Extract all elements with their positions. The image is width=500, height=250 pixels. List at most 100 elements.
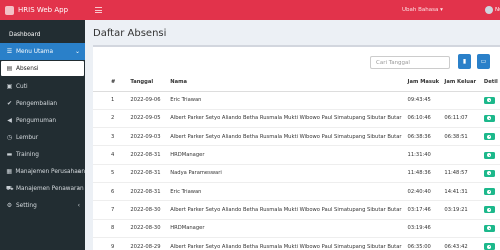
cell-no: 3	[93, 127, 116, 147]
cell-tanggal: 2022-08-31	[115, 182, 163, 202]
sidebar-item-lembur[interactable]: ◷ Lembur	[0, 129, 85, 146]
cell-nama: Nadya Parameswari	[162, 164, 402, 183]
table-row: 4 2022-08-31 HRDManager 11:31:40	[93, 145, 500, 165]
user-name[interactable]: Nu	[495, 7, 500, 13]
view-detail-button[interactable]	[483, 188, 495, 196]
chevron-left-icon: ‹	[77, 185, 80, 192]
sidebar-item-label: Manajemen Penawaran	[16, 185, 84, 192]
view-detail-button[interactable]	[483, 243, 495, 250]
view-detail-button[interactable]	[483, 133, 495, 141]
chevron-left-icon: ‹	[77, 202, 80, 209]
cell-jam-keluar	[441, 91, 478, 110]
cell-detil	[477, 164, 500, 183]
cell-no: 6	[93, 182, 116, 202]
cell-jam-masuk: 06:10:46	[401, 109, 442, 129]
view-detail-button[interactable]	[483, 114, 495, 122]
sidebar-item-setting[interactable]: ⚙ Setting ‹	[0, 197, 85, 214]
save-icon: ▭	[480, 58, 487, 65]
sidebar-item-label: Pengumuman	[16, 117, 57, 124]
brand[interactable]: HRIS Web App	[0, 0, 85, 20]
cell-jam-keluar	[441, 145, 478, 165]
sidebar-item-label: Cuti	[16, 83, 28, 90]
avatar[interactable]	[485, 6, 493, 14]
table-row: 2 2022-09-05 Albert Parker Setyo Aliando B…	[93, 109, 500, 129]
topbar: Ubah Bahasa ▾ Nu	[85, 0, 500, 20]
sidebar-item-label: Pengembalian	[16, 100, 58, 107]
sidebar-item-label: Dashboard	[9, 31, 41, 38]
cell-jam-keluar: 06:11:07	[441, 109, 478, 129]
cell-tanggal: 2022-08-30	[115, 219, 163, 238]
page-title: Daftar Absensi	[93, 28, 167, 39]
cell-jam-masuk: 09:43:45	[401, 91, 442, 110]
attendance-card: Cari Tanggal ▮ ▭ # Tanggal Nama Jam Masu…	[93, 45, 500, 250]
check-icon: ✔	[6, 100, 13, 107]
sidebar-item-menu-utama[interactable]: ☰ Menu Utama ⌄	[0, 43, 85, 60]
sidebar-item-label: Absensi	[16, 65, 39, 72]
cell-detil	[477, 127, 500, 147]
cell-nama: HRDManager	[162, 145, 402, 165]
cell-jam-masuk: 02:40:40	[401, 182, 442, 202]
save-export-button[interactable]: ▭	[477, 54, 490, 69]
megaphone-icon: ◀	[7, 117, 12, 124]
view-detail-button[interactable]	[483, 206, 495, 214]
sidebar-item-pengumuman[interactable]: ◀ Pengumuman	[0, 112, 85, 129]
cell-tanggal: 2022-09-03	[115, 127, 163, 147]
sidebar: HRIS Web App Dashboard ☰ Menu Utama ⌄ ▤ …	[0, 0, 85, 250]
sidebar-item-cuti[interactable]: ▣ Cuti	[0, 78, 85, 95]
view-detail-button[interactable]	[483, 151, 495, 159]
cell-no: 9	[93, 237, 116, 250]
table-row: 9 2022-08-29 Albert Parker Setyo Aliando B…	[93, 237, 500, 250]
date-search-input[interactable]: Cari Tanggal	[370, 56, 450, 69]
hamburger-menu-icon[interactable]	[95, 7, 102, 13]
file-icon: ▮	[462, 58, 467, 65]
table-row: 8 2022-08-30 HRDManager 03:19:46	[93, 219, 500, 238]
cell-nama: Albert Parker Setyo Aliando Betha Rusmal…	[162, 127, 402, 147]
sidebar-nav: Dashboard ☰ Menu Utama ⌄ ▤ Absensi ▣ Cut…	[0, 20, 85, 214]
language-dropdown[interactable]: Ubah Bahasa ▾	[402, 7, 443, 13]
cell-tanggal: 2022-09-06	[115, 91, 163, 110]
col-jam-masuk: Jam Masuk	[401, 74, 442, 92]
gear-icon: ⚙	[6, 202, 13, 209]
cell-tanggal: 2022-08-31	[115, 145, 163, 165]
cart-icon: ⛟	[6, 184, 14, 192]
cell-jam-keluar: 06:38:51	[441, 127, 478, 147]
cell-no: 5	[93, 164, 116, 183]
sidebar-item-label: Setting	[16, 202, 37, 209]
cell-tanggal: 2022-08-30	[115, 200, 163, 220]
cell-nama: Eric Triawan	[162, 91, 402, 110]
book-icon: ▬	[6, 151, 13, 158]
table-row: 7 2022-08-30 Albert Parker Setyo Aliando B…	[93, 200, 500, 220]
col-no: #	[93, 74, 116, 92]
cell-no: 2	[93, 109, 116, 129]
cell-jam-masuk: 11:31:40	[401, 145, 442, 165]
cell-detil	[477, 182, 500, 202]
pdf-export-button[interactable]: ▮	[458, 54, 471, 69]
cell-jam-keluar: 06:43:42	[441, 237, 478, 250]
cell-jam-masuk: 03:19:46	[401, 219, 442, 238]
cell-detil	[477, 219, 500, 238]
cell-no: 1	[93, 91, 116, 110]
cell-detil	[477, 237, 500, 250]
cell-nama: Albert Parker Setyo Aliando Betha Rusmal…	[162, 109, 402, 129]
sidebar-item-absensi[interactable]: ▤ Absensi	[1, 61, 84, 76]
sidebar-item-dashboard[interactable]: Dashboard	[0, 26, 85, 43]
sidebar-item-pengembalian[interactable]: ✔ Pengembalian	[0, 95, 85, 112]
col-jam-keluar: Jam Keluar	[441, 74, 478, 92]
sidebar-item-manajemen-perusahaan[interactable]: ▦ Manajemen Perusahaan ‹	[0, 163, 85, 180]
cell-detil	[477, 109, 500, 129]
sidebar-item-manajemen-penawaran[interactable]: ⛟ Manajemen Penawaran ‹	[0, 180, 85, 197]
view-detail-button[interactable]	[483, 96, 495, 104]
clock-icon: ◷	[6, 134, 13, 141]
cell-tanggal: 2022-08-31	[115, 164, 163, 183]
sidebar-item-training[interactable]: ▬ Training	[0, 146, 85, 163]
view-detail-button[interactable]	[483, 169, 495, 177]
cell-no: 8	[93, 219, 116, 238]
chevron-down-icon: ⌄	[74, 48, 80, 55]
sidebar-item-label: Menu Utama	[16, 48, 54, 55]
cell-no: 7	[93, 200, 116, 220]
cell-detil	[477, 200, 500, 220]
language-label: Ubah Bahasa	[402, 7, 439, 13]
table-row: 5 2022-08-31 Nadya Parameswari 11:48:36 11:4…	[93, 164, 500, 183]
cell-detil	[477, 91, 500, 110]
view-detail-button[interactable]	[483, 224, 495, 232]
